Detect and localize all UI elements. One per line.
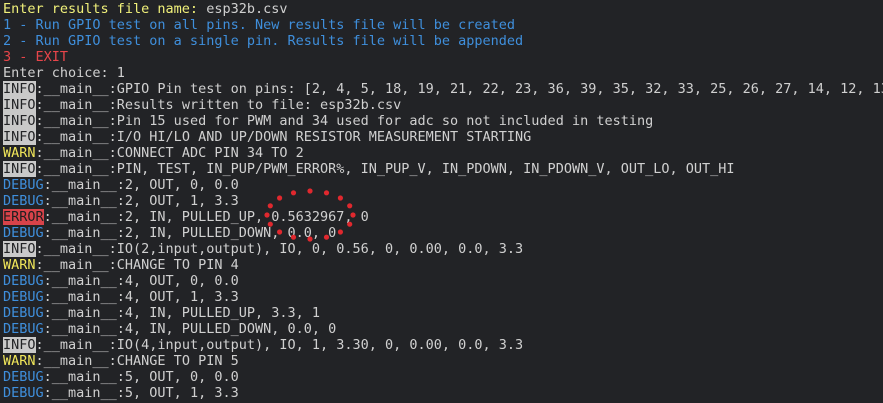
terminal-line: DEBUG:__main__:2, OUT, 0, 0.0 <box>3 177 883 193</box>
terminal-line: DEBUG:__main__:5, OUT, 0, 0.0 <box>3 369 883 385</box>
log-level-tag: DEBUG <box>3 385 44 401</box>
terminal-window[interactable]: Enter results file name: esp32b.csv 1 - R… <box>0 0 883 403</box>
terminal-text: :__main__:2, IN, PULLED_DOWN, 0.0, 0 <box>43 225 337 241</box>
terminal-text: esp32b.csv <box>206 1 288 17</box>
terminal-text: :__main__:4, OUT, 1, 3.3 <box>43 289 239 305</box>
log-level-tag: INFO <box>3 113 36 129</box>
terminal-line: DEBUG:__main__:2, OUT, 1, 3.3 <box>3 193 883 209</box>
terminal-line: 1 - Run GPIO test on all pins. New resul… <box>3 17 883 33</box>
terminal-line: INFO:__main__:Pin 15 used for PWM and 34… <box>3 113 883 129</box>
terminal-text: :__main__:IO(4,input,output), IO, 1, 3.3… <box>35 337 524 353</box>
terminal-line: DEBUG:__main__:2, IN, PULLED_DOWN, 0.0, … <box>3 225 883 241</box>
terminal-text: :__main__:IO(2,input,output), IO, 0, 0.5… <box>35 241 524 257</box>
terminal-line: ERROR:__main__:2, IN, PULLED_UP, 0.56329… <box>3 209 883 225</box>
log-level-tag: DEBUG <box>3 193 44 209</box>
terminal-line: DEBUG:__main__:4, IN, PULLED_DOWN, 0.0, … <box>3 321 883 337</box>
terminal-text: :__main__:5, OUT, 0, 0.0 <box>43 369 239 385</box>
terminal-text: :__main__:CHANGE TO PIN 5 <box>35 353 239 369</box>
log-level-tag: WARN <box>3 353 36 369</box>
terminal-line: WARN:__main__:CHANGE TO PIN 4 <box>3 257 883 273</box>
terminal-line: DEBUG:__main__:4, OUT, 0, 0.0 <box>3 273 883 289</box>
log-level-tag: INFO <box>3 337 36 353</box>
terminal-text: :__main__:PIN, TEST, IN_PUP/PWM_ERROR%, … <box>35 161 735 177</box>
terminal-text: :__main__:Results written to file: esp32… <box>35 97 402 113</box>
terminal-line: INFO:__main__:IO(2,input,output), IO, 0,… <box>3 241 883 257</box>
terminal-text: Enter results file name: <box>3 1 207 17</box>
terminal-line: Enter results file name: esp32b.csv <box>3 1 883 17</box>
terminal-text: :__main__:5, OUT, 1, 3.3 <box>43 385 239 401</box>
log-level-tag: WARN <box>3 145 36 161</box>
log-level-tag: DEBUG <box>3 177 44 193</box>
terminal-line: 2 - Run GPIO test on a single pin. Resul… <box>3 33 883 49</box>
log-level-tag: INFO <box>3 129 36 145</box>
log-level-tag: INFO <box>3 97 36 113</box>
log-level-tag: ERROR <box>3 209 44 225</box>
log-level-tag: DEBUG <box>3 273 44 289</box>
terminal-text: 1 - Run GPIO test on all pins. New resul… <box>3 17 516 33</box>
terminal-text: :__main__:4, IN, PULLED_DOWN, 0.0, 0 <box>43 321 337 337</box>
log-level-tag: INFO <box>3 81 36 97</box>
terminal-line: Enter choice: 1 <box>3 65 883 81</box>
terminal-text: 2 - Run GPIO test on a single pin. Resul… <box>3 33 524 49</box>
terminal-line: INFO:__main__:PIN, TEST, IN_PUP/PWM_ERRO… <box>3 161 883 177</box>
terminal-text: :__main__:I/O HI/LO AND UP/DOWN RESISTOR… <box>35 129 532 145</box>
terminal-line: INFO:__main__:I/O HI/LO AND UP/DOWN RESI… <box>3 129 883 145</box>
terminal-line: WARN:__main__:CONNECT ADC PIN 34 TO 2 <box>3 145 883 161</box>
terminal-line: 3 - EXIT <box>3 49 883 65</box>
terminal-line: WARN:__main__:CHANGE TO PIN 5 <box>3 353 883 369</box>
terminal-text: :__main__:4, OUT, 0, 0.0 <box>43 273 239 289</box>
terminal-text: :__main__:CHANGE TO PIN 4 <box>35 257 239 273</box>
terminal-text: :__main__:CONNECT ADC PIN 34 TO 2 <box>35 145 304 161</box>
log-level-tag: DEBUG <box>3 321 44 337</box>
log-level-tag: DEBUG <box>3 289 44 305</box>
terminal-text: :__main__:Pin 15 used for PWM and 34 use… <box>35 113 654 129</box>
terminal-text: :__main__:GPIO Pin test on pins: [2, 4, … <box>35 81 883 97</box>
terminal-line: DEBUG:__main__:4, IN, PULLED_UP, 3.3, 1 <box>3 305 883 321</box>
log-level-tag: DEBUG <box>3 225 44 241</box>
log-level-tag: DEBUG <box>3 369 44 385</box>
terminal-line: DEBUG:__main__:4, OUT, 1, 3.3 <box>3 289 883 305</box>
terminal-text: Enter choice: 1 <box>3 65 125 81</box>
terminal-text: :__main__:4, IN, PULLED_UP, 3.3, 1 <box>43 305 320 321</box>
terminal-text: :__main__:2, OUT, 0, 0.0 <box>43 177 239 193</box>
terminal-output: Enter results file name: esp32b.csv 1 - R… <box>3 1 883 401</box>
terminal-line: INFO:__main__:IO(4,input,output), IO, 1,… <box>3 337 883 353</box>
terminal-text: :__main__:2, OUT, 1, 3.3 <box>43 193 239 209</box>
terminal-line: INFO:__main__:GPIO Pin test on pins: [2,… <box>3 81 883 97</box>
terminal-line: DEBUG:__main__:5, OUT, 1, 3.3 <box>3 385 883 401</box>
log-level-tag: INFO <box>3 241 36 257</box>
terminal-text: 3 - EXIT <box>3 49 69 65</box>
log-level-tag: INFO <box>3 161 36 177</box>
terminal-text: :__main__:2, IN, PULLED_UP, 0.5632967, 0 <box>43 209 369 225</box>
log-level-tag: WARN <box>3 257 36 273</box>
terminal-line: INFO:__main__:Results written to file: e… <box>3 97 883 113</box>
log-level-tag: DEBUG <box>3 305 44 321</box>
